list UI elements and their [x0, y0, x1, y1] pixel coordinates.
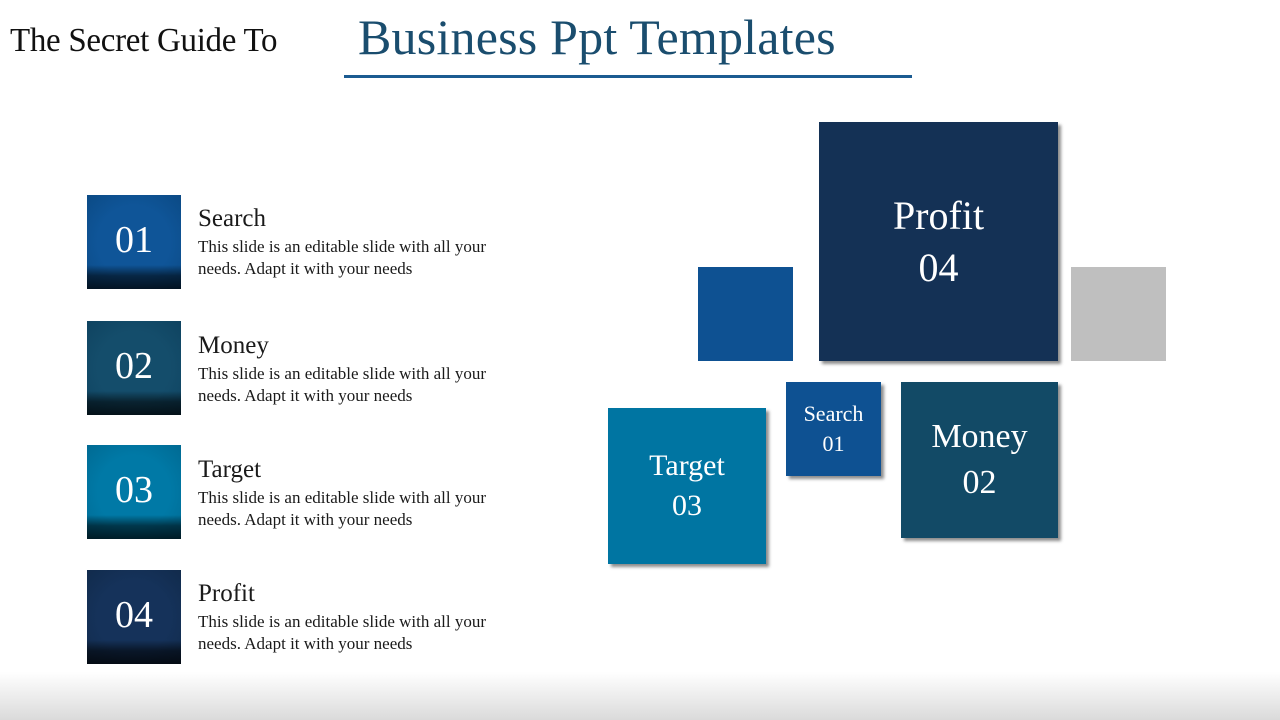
- bottom-gradient-band: [0, 672, 1280, 720]
- title-prefix: The Secret Guide To: [10, 22, 278, 59]
- item-title: Money: [198, 332, 269, 359]
- tile-profit: Profit 04: [819, 122, 1058, 361]
- tile-label: Target: [649, 449, 725, 482]
- tile-search: Search 01: [786, 382, 881, 476]
- tile-money: Money 02: [901, 382, 1058, 538]
- decorative-blue-square: [698, 267, 793, 361]
- number-badge: 01: [87, 195, 181, 289]
- title-underline: [344, 75, 912, 78]
- title-highlight: Business Ppt Templates: [358, 9, 836, 65]
- number-badge: 04: [87, 570, 181, 664]
- tile-label: Money: [931, 418, 1028, 455]
- tile-label: Profit: [892, 192, 985, 238]
- item-description: This slide is an editable slide with all…: [198, 364, 487, 405]
- tile-number: 01: [822, 431, 845, 456]
- tile-target: Target 03: [608, 408, 766, 564]
- item-title: Search: [198, 205, 267, 232]
- tile-number: 02: [962, 464, 997, 501]
- number-badge-text: 02: [115, 345, 153, 387]
- number-badge-text: 03: [115, 469, 153, 511]
- number-badge: 03: [87, 445, 181, 539]
- item-title: Target: [198, 456, 262, 483]
- number-badge: 02: [87, 321, 181, 415]
- item-description: This slide is an editable slide with all…: [198, 612, 487, 653]
- item-description: This slide is an editable slide with all…: [198, 237, 487, 278]
- item-title: Profit: [198, 580, 255, 607]
- item-description: This slide is an editable slide with all…: [198, 488, 487, 529]
- decorative-gray-square: [1071, 267, 1166, 361]
- tile-label: Search: [803, 401, 864, 426]
- number-badge-text: 01: [115, 219, 153, 261]
- number-badge-text: 04: [115, 594, 153, 636]
- tile-number: 03: [672, 489, 702, 522]
- tile-number: 04: [918, 244, 959, 290]
